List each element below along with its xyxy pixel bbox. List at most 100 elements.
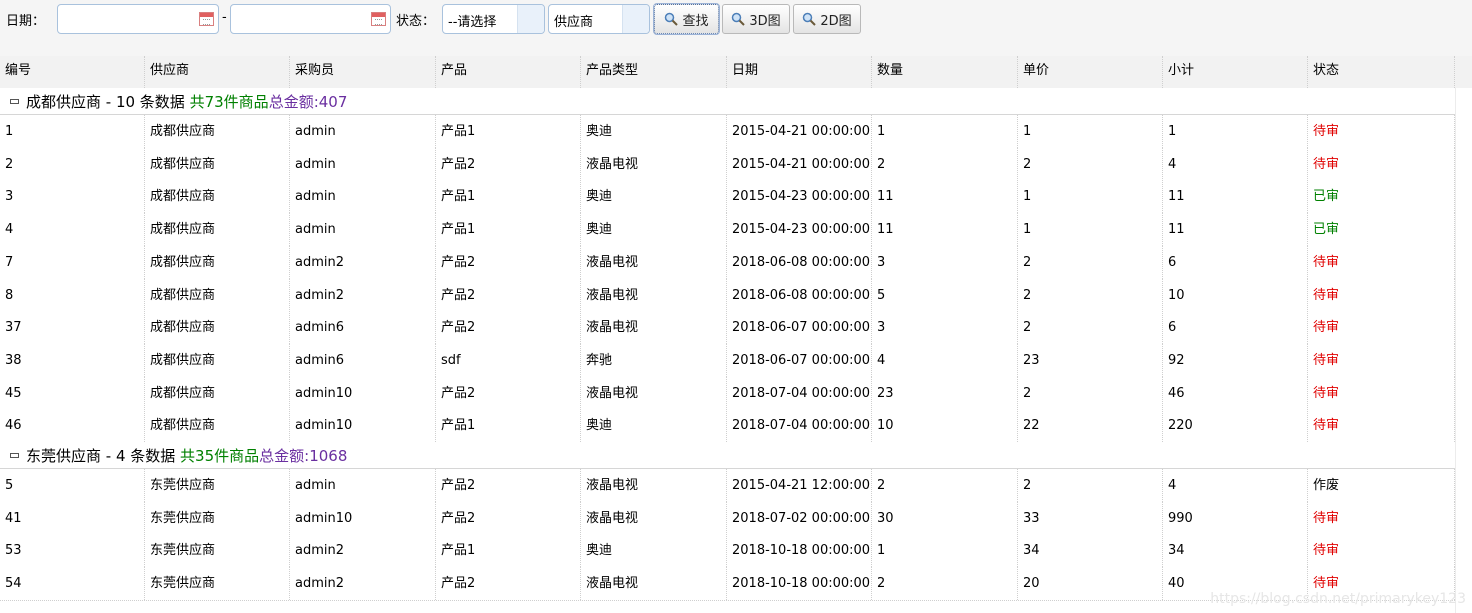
column-header-date[interactable]: 日期 bbox=[727, 56, 872, 88]
cell-type: 奥迪 bbox=[581, 213, 727, 247]
cell-buyer: admin bbox=[290, 115, 436, 148]
cell-supplier: 成都供应商 bbox=[145, 147, 290, 181]
cell-type: 奥迪 bbox=[581, 115, 727, 148]
collapse-icon[interactable] bbox=[10, 453, 19, 458]
cell-type: 奥迪 bbox=[581, 409, 727, 443]
cell-buyer: admin2 bbox=[290, 534, 436, 568]
date-separator: - bbox=[222, 10, 227, 25]
cell-subtotal: 4 bbox=[1163, 147, 1308, 181]
cell-qty: 1 bbox=[872, 115, 1018, 148]
table-header: 编号 供应商 采购员 产品 产品类型 日期 数量 单价 小计 状态 bbox=[0, 56, 1472, 89]
start-date-input[interactable] bbox=[57, 4, 219, 34]
cell-qty: 3 bbox=[872, 245, 1018, 279]
cell-supplier: 成都供应商 bbox=[145, 245, 290, 279]
calendar-icon[interactable] bbox=[371, 12, 386, 26]
cell-type: 液晶电视 bbox=[581, 376, 727, 410]
cell-subtotal: 220 bbox=[1163, 409, 1308, 443]
cell-type: 奥迪 bbox=[581, 180, 727, 214]
cell-id: 53 bbox=[0, 534, 145, 568]
cell-supplier: 东莞供应商 bbox=[145, 567, 290, 601]
cell-qty: 10 bbox=[872, 409, 1018, 443]
table-row[interactable]: 37 成都供应商 admin6 产品2 液晶电视 2018-06-07 00:00:00 3… bbox=[0, 311, 1455, 346]
scrollbar-track[interactable] bbox=[1455, 88, 1472, 613]
cell-date: 2015-04-21 00:00:00 bbox=[727, 147, 872, 181]
column-header-type[interactable]: 产品类型 bbox=[581, 56, 727, 88]
group-by-dropdown-arrow[interactable] bbox=[622, 5, 649, 33]
column-header-status[interactable]: 状态 bbox=[1308, 56, 1455, 88]
table-row[interactable]: 46 成都供应商 admin10 产品1 奥迪 2018-07-04 00:00:00 10… bbox=[0, 409, 1455, 444]
cell-type: 奥迪 bbox=[581, 534, 727, 568]
cell-buyer: admin6 bbox=[290, 311, 436, 345]
cell-date: 2018-07-04 00:00:00 bbox=[727, 376, 872, 410]
column-header-subtotal[interactable]: 小计 bbox=[1163, 56, 1308, 88]
calendar-icon[interactable] bbox=[199, 12, 214, 26]
cell-qty: 2 bbox=[872, 567, 1018, 601]
cell-price: 34 bbox=[1018, 534, 1163, 568]
table-row[interactable]: 45 成都供应商 admin10 产品2 液晶电视 2018-07-04 00:00:00… bbox=[0, 376, 1455, 411]
group-name: 成都供应商 - 10 条数据 bbox=[26, 93, 185, 111]
cell-qty: 11 bbox=[872, 180, 1018, 214]
search-button[interactable]: 查找 bbox=[653, 3, 720, 35]
status-dropdown-arrow[interactable] bbox=[517, 5, 544, 33]
cell-date: 2018-07-02 00:00:00 bbox=[727, 501, 872, 535]
table-row[interactable]: 5 东莞供应商 admin 产品2 液晶电视 2015-04-21 12:00:00 2 2 4… bbox=[0, 469, 1455, 503]
cell-date: 2018-06-08 00:00:00 bbox=[727, 245, 872, 279]
cell-date: 2015-04-21 00:00:00 bbox=[727, 115, 872, 148]
column-header-buyer[interactable]: 采购员 bbox=[290, 56, 436, 88]
cell-status: 作废 bbox=[1308, 469, 1455, 502]
cell-status: 已审 bbox=[1308, 213, 1455, 247]
cell-id: 45 bbox=[0, 376, 145, 410]
chart-3d-button[interactable]: 3D图 bbox=[722, 4, 790, 34]
table-row[interactable]: 8 成都供应商 admin2 产品2 液晶电视 2018-06-08 00:00:00 5 2… bbox=[0, 278, 1455, 313]
table-row[interactable]: 7 成都供应商 admin2 产品2 液晶电视 2018-06-08 00:00:00 3 2… bbox=[0, 245, 1455, 280]
cell-id: 37 bbox=[0, 311, 145, 345]
chart-2d-button[interactable]: 2D图 bbox=[793, 4, 861, 34]
group-by-select[interactable]: 供应商 bbox=[548, 4, 650, 34]
cell-price: 2 bbox=[1018, 311, 1163, 345]
cell-id: 1 bbox=[0, 115, 145, 148]
column-header-price[interactable]: 单价 bbox=[1018, 56, 1163, 88]
table-row[interactable]: 4 成都供应商 admin 产品1 奥迪 2015-04-23 00:00:00 11 1 11… bbox=[0, 213, 1455, 248]
cell-price: 2 bbox=[1018, 278, 1163, 312]
cell-subtotal: 1 bbox=[1163, 115, 1308, 148]
cell-subtotal: 11 bbox=[1163, 213, 1308, 247]
cell-id: 2 bbox=[0, 147, 145, 181]
column-header-supplier[interactable]: 供应商 bbox=[145, 56, 290, 88]
cell-id: 41 bbox=[0, 501, 145, 535]
cell-id: 46 bbox=[0, 409, 145, 443]
date-label: 日期： bbox=[6, 14, 46, 29]
cell-price: 2 bbox=[1018, 245, 1163, 279]
cell-subtotal: 34 bbox=[1163, 534, 1308, 568]
cell-buyer: admin bbox=[290, 180, 436, 214]
cell-type: 液晶电视 bbox=[581, 245, 727, 279]
end-date-input[interactable] bbox=[230, 4, 391, 34]
column-header-id[interactable]: 编号 bbox=[0, 56, 145, 88]
collapse-icon[interactable] bbox=[10, 99, 19, 104]
table-row[interactable]: 3 成都供应商 admin 产品1 奥迪 2015-04-23 00:00:00 11 1 11… bbox=[0, 180, 1455, 215]
cell-price: 2 bbox=[1018, 376, 1163, 410]
cell-type: 液晶电视 bbox=[581, 469, 727, 502]
column-header-product[interactable]: 产品 bbox=[436, 56, 581, 88]
group-header-row[interactable]: 成都供应商 - 10 条数据 共73件商品总金额:407 bbox=[0, 88, 1472, 115]
cell-product: 产品2 bbox=[436, 147, 581, 181]
cell-status: 待审 bbox=[1308, 534, 1455, 568]
column-header-qty[interactable]: 数量 bbox=[872, 56, 1018, 88]
cell-supplier: 成都供应商 bbox=[145, 343, 290, 377]
cell-qty: 5 bbox=[872, 278, 1018, 312]
cell-price: 20 bbox=[1018, 567, 1163, 601]
cell-product: 产品1 bbox=[436, 213, 581, 247]
cell-subtotal: 990 bbox=[1163, 501, 1308, 535]
cell-qty: 2 bbox=[872, 147, 1018, 181]
table-row[interactable]: 2 成都供应商 admin 产品2 液晶电视 2015-04-21 00:00:00 2 2 4… bbox=[0, 147, 1455, 182]
cell-qty: 2 bbox=[872, 469, 1018, 502]
table-row[interactable]: 53 东莞供应商 admin2 产品1 奥迪 2018-10-18 00:00:00 1 34… bbox=[0, 534, 1455, 569]
table-row[interactable]: 38 成都供应商 admin6 sdf 奔驰 2018-06-07 00:00:00 4 23… bbox=[0, 343, 1455, 378]
group-header-row[interactable]: 东莞供应商 - 4 条数据 共35件商品总金额:1068 bbox=[0, 442, 1472, 469]
status-select[interactable]: --请选择 bbox=[442, 4, 545, 34]
cell-subtotal: 10 bbox=[1163, 278, 1308, 312]
table-row[interactable]: 41 东莞供应商 admin10 产品2 液晶电视 2018-07-02 00:00:00… bbox=[0, 501, 1455, 536]
cell-date: 2015-04-23 00:00:00 bbox=[727, 180, 872, 214]
table-row[interactable]: 1 成都供应商 admin 产品1 奥迪 2015-04-21 00:00:00 1 1 1 待审 bbox=[0, 115, 1455, 149]
watermark-text: https://blog.csdn.net/primarykey123 bbox=[1210, 591, 1466, 607]
cell-id: 4 bbox=[0, 213, 145, 247]
